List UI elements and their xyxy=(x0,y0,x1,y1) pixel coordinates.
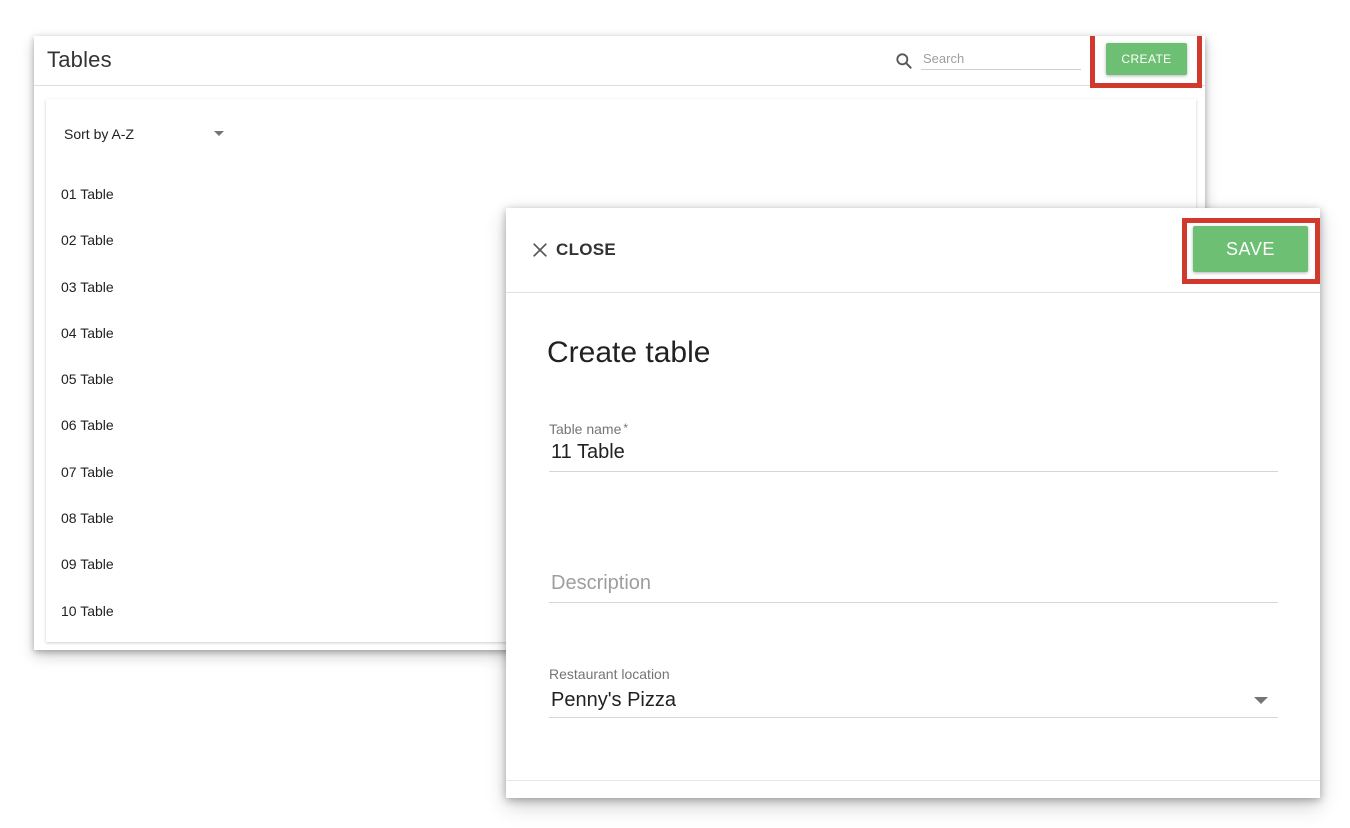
sort-dropdown[interactable]: Sort by A-Z xyxy=(64,123,234,147)
panel-header: CLOSE SAVE xyxy=(506,208,1320,293)
table-list-item[interactable]: 05 Table xyxy=(61,370,114,416)
stage: Tables CREATE Sort by A-Z 01 Table 02 Ta… xyxy=(0,0,1350,828)
page-title: Tables xyxy=(47,47,112,72)
close-icon xyxy=(533,243,547,257)
required-mark: * xyxy=(623,421,629,435)
table-list-item[interactable]: 07 Table xyxy=(61,463,114,509)
save-button[interactable]: SAVE xyxy=(1193,226,1308,272)
table-name-input[interactable] xyxy=(549,437,1278,472)
chevron-down-icon xyxy=(214,131,224,136)
table-list-item[interactable]: 09 Table xyxy=(61,555,114,601)
restaurant-location-label: Restaurant location xyxy=(549,666,670,682)
close-button[interactable]: CLOSE xyxy=(530,238,616,262)
description-input[interactable] xyxy=(549,568,1278,603)
table-list-item[interactable]: 10 Table xyxy=(61,602,114,648)
table-list-item[interactable]: 02 Table xyxy=(61,231,114,277)
tables-header: Tables CREATE xyxy=(34,36,1205,88)
create-table-panel: CLOSE SAVE Create table Table name* Rest… xyxy=(506,208,1320,798)
chevron-down-icon xyxy=(1254,697,1268,704)
table-list-item[interactable]: 06 Table xyxy=(61,416,114,462)
close-label: CLOSE xyxy=(556,240,617,259)
restaurant-location-field: Restaurant location Penny's Pizza xyxy=(549,666,1278,718)
restaurant-location-value: Penny's Pizza xyxy=(551,689,676,711)
table-list-item[interactable]: 08 Table xyxy=(61,509,114,555)
description-field xyxy=(549,568,1278,603)
table-list-item[interactable]: 04 Table xyxy=(61,324,114,370)
search-input[interactable] xyxy=(921,48,1081,70)
table-name-label-text: Table name xyxy=(549,421,622,437)
panel-title: Create table xyxy=(547,336,711,369)
table-list-item[interactable]: 01 Table xyxy=(61,185,114,231)
search-icon[interactable] xyxy=(894,51,914,71)
table-list-item[interactable]: 03 Table xyxy=(61,278,114,324)
restaurant-location-select[interactable]: Penny's Pizza xyxy=(549,682,1278,718)
table-list: 01 Table 02 Table 03 Table 04 Table 05 T… xyxy=(61,185,114,648)
sort-label: Sort by A-Z xyxy=(64,126,135,142)
table-name-field: Table name * xyxy=(549,421,1278,472)
footer-divider xyxy=(506,780,1320,781)
table-name-label: Table name * xyxy=(549,421,1278,437)
create-button[interactable]: CREATE xyxy=(1106,43,1187,75)
